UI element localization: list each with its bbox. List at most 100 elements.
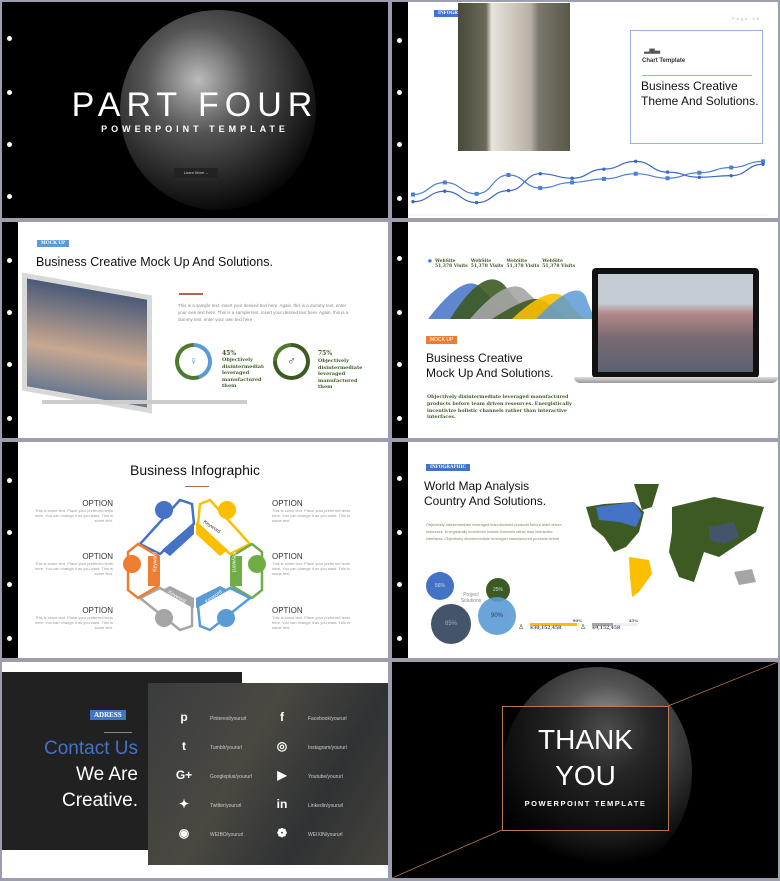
lightbulb-icon (155, 501, 173, 519)
wechat-icon[interactable]: ❁ (272, 826, 292, 840)
social-link[interactable]: Facebook/yoururl (308, 716, 347, 722)
stat-text: Objectively disintermediate leveraged ma… (318, 358, 363, 390)
data-point (729, 165, 734, 170)
chart-legend: ● WebSite 51,378 Visits WebSite 51,378 Vis… (428, 259, 598, 269)
facebook-icon[interactable]: f (272, 710, 292, 724)
slide-chart-template[interactable]: INFOGRAPHIC Page 25 ▂▅▃ Chart Template B… (392, 2, 778, 218)
male-icon: ♂ (277, 347, 306, 376)
legend-item: WebSite 51,378 Visits (542, 259, 575, 269)
slide-title: Business Creative Mock Up And Solutions. (36, 255, 273, 269)
data-point (538, 186, 543, 190)
data-point (633, 171, 638, 176)
slide-mock-up-mountain[interactable]: ● WebSite 51,378 Visits WebSite 51,378 Vis… (392, 222, 778, 438)
instagram-icon[interactable]: ◎ (272, 739, 292, 753)
stat-text: Objectively disintermediate leveraged ma… (222, 357, 264, 389)
mock-up-tag: MOCK UP (426, 336, 458, 344)
social-link[interactable]: Instagram/yoururl (308, 745, 347, 751)
social-link[interactable]: Tumblr/yoururl (210, 745, 242, 751)
world-map (586, 484, 764, 597)
chat-icon (248, 555, 266, 573)
slide-nav-strip (392, 222, 408, 438)
mountain-photo (598, 274, 753, 372)
slide-title: PART FOUR (71, 86, 319, 124)
laptop-base (574, 377, 778, 383)
slide-part-four[interactable]: PART FOUR POWERPOINT TEMPLATE Learn More… (2, 2, 388, 218)
box-heading: Business Creative Theme And Solutions. (641, 79, 759, 108)
legend-item: WebSite 51,378 Visits (506, 259, 540, 269)
data-point (697, 170, 702, 175)
social-link[interactable]: Youtube/yoururl (308, 774, 343, 780)
linkedin-icon[interactable]: in (272, 797, 292, 811)
donut-75: ♂ (273, 343, 310, 380)
social-link[interactable]: Pinterest/yoururl (210, 716, 246, 722)
slide-thank-you[interactable]: THANK YOU POWERPOINT TEMPLATE (392, 662, 778, 878)
hexagon-cycle (123, 498, 266, 632)
contact-title: Contact Us (44, 738, 138, 759)
bubble-85: 85% (431, 604, 471, 644)
option-left-1: OPTION This is some text. Place your pref… (34, 499, 113, 523)
bar-chart-icon: ▂▅▃ (644, 47, 661, 54)
youtube-icon[interactable]: ▶ (272, 768, 292, 782)
box-label: Chart Template (642, 58, 686, 64)
social-link[interactable]: Linkedin/yoururl (308, 803, 343, 809)
slide-title-line1: World Map Analysis (424, 479, 530, 493)
slide-nav-strip (2, 222, 18, 438)
social-link[interactable]: Googleplus/yoururl (210, 774, 252, 780)
data-point (570, 176, 574, 180)
alarm-clock-icon (218, 501, 236, 519)
map-south-america (629, 557, 652, 597)
stat-value: 75% (318, 350, 333, 357)
pinterest-icon[interactable]: p (174, 710, 194, 724)
googleplus-icon[interactable]: G+ (174, 768, 194, 782)
slide-contact[interactable]: ADRESS Contact Us We Are Creative. p Pint… (2, 662, 388, 878)
slide-nav-strip (392, 2, 408, 218)
option-left-3: OPTION This is some text. Place your pref… (34, 606, 113, 630)
slide-title-line1: Business Creative (426, 351, 523, 365)
data-point (570, 180, 575, 185)
data-point (442, 180, 447, 185)
data-point (411, 199, 415, 204)
contact-line2: We Are (76, 764, 138, 785)
slide-title-line2: Mock Up And Solutions. (426, 366, 554, 380)
twitter-icon[interactable]: ✦ (174, 797, 194, 811)
person-icon: ♙ (518, 624, 525, 631)
data-point (697, 175, 702, 179)
data-point (665, 176, 670, 181)
mountain-chart (428, 279, 596, 319)
option-right-1: OPTION This is some text. Place your pref… (272, 499, 351, 523)
legend-item: WebSite 51,378 Visits (470, 259, 504, 269)
infographic-tag: INFOGRAPHIC (426, 464, 471, 471)
data-point (411, 192, 415, 197)
learn-more-button[interactable]: Learn More→ (174, 168, 218, 178)
option-right-2: OPTION This is some text. Place your pref… (272, 552, 351, 576)
series-line-1 (412, 160, 764, 196)
tumblr-icon[interactable]: t (174, 739, 194, 753)
slide-mock-up-laptop[interactable]: MOCK UP Business Creative Mock Up And So… (2, 222, 388, 438)
slide-paragraph: Objectively disintermediate leveraged ma… (427, 394, 572, 421)
map-australia (734, 569, 756, 585)
box-divider (642, 75, 752, 76)
female-icon: ♀ (179, 347, 208, 376)
line-chart (408, 159, 768, 216)
bubble-center-label: Project Solutions (460, 592, 482, 604)
data-point (474, 191, 479, 196)
mock-up-tag: MOCK UP (37, 240, 70, 247)
page-number: Page 25 (732, 16, 761, 21)
legend-item: WebSite 51,378 Visits (434, 259, 468, 269)
slide-subtitle: POWERPOINT TEMPLATE (524, 799, 647, 808)
data-point (761, 162, 765, 166)
accent-line (185, 486, 209, 487)
social-link[interactable]: WEIXIN/yoururl (308, 832, 342, 838)
data-point (506, 188, 511, 193)
weibo-icon[interactable]: ◉ (174, 826, 194, 840)
option-right-3: OPTION This is some text. Place your pref… (272, 606, 351, 630)
social-link[interactable]: Twitter/yoururl (210, 803, 241, 809)
slide-title-line2: Country And Solutions. (424, 494, 547, 508)
thank-title: THANK (538, 724, 633, 755)
slide-subtitle: POWERPOINT TEMPLATE (101, 124, 289, 134)
slide-world-map[interactable]: INFOGRAPHIC World Map Analysis Country A… (392, 442, 778, 658)
social-link[interactable]: WEIBO/yoururl (210, 832, 243, 838)
slide-business-infographic[interactable]: Business Infographic Keyword Keyword Key… (2, 442, 388, 658)
data-point (443, 189, 447, 193)
contact-line3: Creative. (61, 790, 138, 811)
